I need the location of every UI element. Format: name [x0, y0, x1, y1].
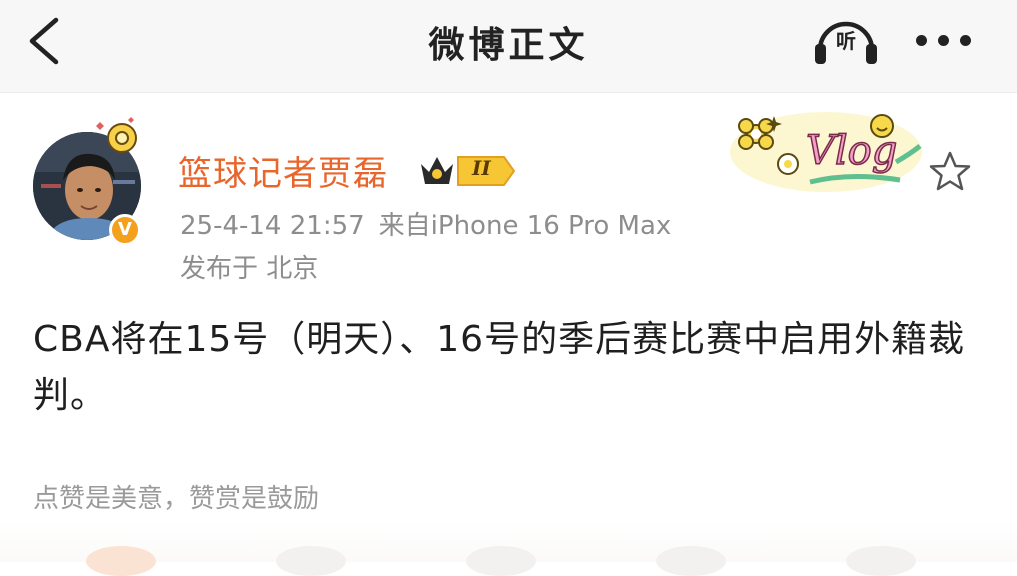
post-source: 来自iPhone 16 Pro Max: [378, 211, 672, 241]
listen-button[interactable]: 听: [812, 16, 880, 66]
crown-icon: [421, 156, 516, 186]
reward-button-hint: [86, 546, 156, 576]
member-level-badge[interactable]: II: [418, 152, 516, 190]
post-content: CBA将在15号（明天）、16号的季后赛比赛中启用外籍裁判。: [33, 319, 966, 416]
top-bar: 微博正文 听: [0, 0, 1017, 93]
post-timestamp: 25-4-14 21:57: [180, 211, 365, 241]
pendant-decoration-icon: [96, 117, 137, 153]
reward-prompt: 点赞是美意，赞赏是鼓励: [33, 484, 320, 514]
share-button-hint: [276, 546, 346, 576]
vlog-decoration: Vlog: [730, 112, 922, 192]
more-button[interactable]: [912, 26, 976, 56]
listen-label: 听: [836, 29, 856, 53]
post-meta: 25-4-14 21:57 来自iPhone 16 Pro Max: [180, 205, 671, 242]
action-bar-preview: [0, 520, 1017, 576]
author-name[interactable]: 篮球记者贾磊: [178, 146, 388, 195]
verified-v-icon: V: [109, 214, 141, 246]
comment-button-hint: [466, 546, 536, 576]
like-button-hint: [656, 546, 726, 576]
small-flower-icon: [777, 153, 799, 175]
star-outline-icon: [929, 151, 971, 191]
post-location: 发布于 北京: [180, 254, 319, 284]
favorite-button[interactable]: [928, 150, 972, 194]
level-number: II: [472, 156, 491, 180]
more-action-hint: [846, 546, 916, 576]
